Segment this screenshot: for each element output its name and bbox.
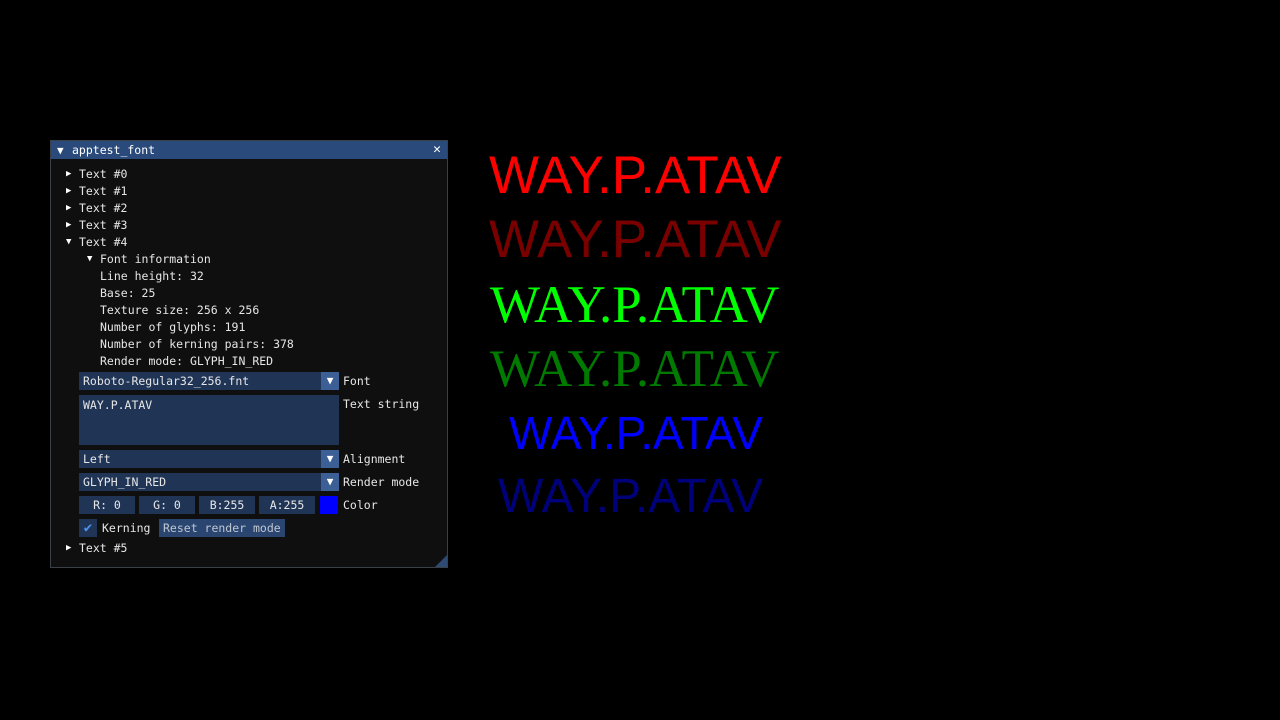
triangle-down-icon: ▼: [87, 254, 93, 264]
color-r-input[interactable]: R: 0: [79, 496, 135, 514]
reset-render-mode-button[interactable]: Reset render mode: [159, 519, 285, 537]
chevron-down-icon[interactable]: ▼: [321, 372, 339, 390]
font-info-kerning-pairs: Number of kerning pairs: 378: [100, 337, 294, 351]
kerning-label: Kerning: [102, 521, 151, 535]
alignment-label: Alignment: [343, 452, 406, 466]
font-label: Font: [343, 374, 371, 388]
font-combo-value: Roboto-Regular32_256.fnt: [83, 374, 250, 388]
triangle-right-icon: ▶: [66, 220, 72, 230]
font-info-glyphs: Number of glyphs: 191: [100, 320, 246, 334]
close-icon[interactable]: ✕: [433, 142, 441, 157]
window-title: apptest_font: [72, 143, 156, 157]
font-info-texture-size: Texture size: 256 x 256: [100, 303, 260, 317]
font-info-line-height: Line height: 32: [100, 269, 204, 283]
tree-node-label: Text #3: [79, 218, 128, 232]
tree-node-label: Text #5: [79, 541, 128, 555]
alignment-combo[interactable]: Left ▼: [79, 450, 339, 468]
render-mode-label: Render mode: [343, 475, 420, 489]
font-info-base: Base: 25: [100, 286, 156, 300]
tree-node-label: Text #0: [79, 167, 128, 181]
sample-text-dark-blue: WAY.P.ATAV: [498, 470, 763, 523]
color-label: Color: [343, 498, 378, 512]
sample-text-dark-green: WAY.P.ATAV: [490, 340, 780, 398]
triangle-down-icon: ▼: [66, 237, 72, 247]
sample-text-red: WAY.P.ATAV: [489, 146, 782, 205]
triangle-right-icon: ▶: [66, 169, 72, 179]
chevron-down-icon[interactable]: ▼: [321, 450, 339, 468]
checkmark-icon: ✔: [83, 520, 93, 536]
kerning-checkbox[interactable]: ✔: [79, 519, 97, 537]
triangle-right-icon: ▶: [66, 186, 72, 196]
text-string-value: WAY.P.ATAV: [83, 398, 153, 412]
render-mode-combo[interactable]: GLYPH_IN_RED ▼: [79, 473, 339, 491]
sample-text-green: WAY.P.ATAV: [490, 276, 780, 334]
chevron-down-icon[interactable]: ▼: [321, 473, 339, 491]
color-a-input[interactable]: A:255: [259, 496, 315, 514]
triangle-right-icon: ▶: [66, 543, 72, 553]
sample-text-blue: WAY.P.ATAV: [509, 407, 763, 459]
tree-node-label: Text #2: [79, 201, 128, 215]
font-combo[interactable]: Roboto-Regular32_256.fnt ▼: [79, 372, 339, 390]
apptest-font-window: ▼ apptest_font ✕ ▶ Text #0 ▶ Text #1 ▶ T…: [50, 140, 448, 568]
tree-node-label: Text #4: [79, 235, 128, 249]
font-info-render-mode: Render mode: GLYPH_IN_RED: [100, 354, 274, 368]
color-g-input[interactable]: G: 0: [139, 496, 195, 514]
sample-text-dark-red: WAY.P.ATAV: [489, 210, 782, 269]
tree-node-label: Text #1: [79, 184, 128, 198]
render-mode-combo-value: GLYPH_IN_RED: [83, 475, 167, 489]
resize-grip[interactable]: [435, 555, 447, 567]
text-string-label: Text string: [343, 397, 420, 411]
color-b-input[interactable]: B:255: [199, 496, 255, 514]
font-info-header: Font information: [100, 252, 211, 266]
alignment-combo-value: Left: [83, 452, 111, 466]
triangle-right-icon: ▶: [66, 203, 72, 213]
text-string-input[interactable]: WAY.P.ATAV: [79, 395, 339, 445]
color-swatch[interactable]: [320, 496, 338, 514]
triangle-down-icon[interactable]: ▼: [57, 144, 64, 157]
window-titlebar[interactable]: ▼ apptest_font ✕: [51, 141, 447, 159]
